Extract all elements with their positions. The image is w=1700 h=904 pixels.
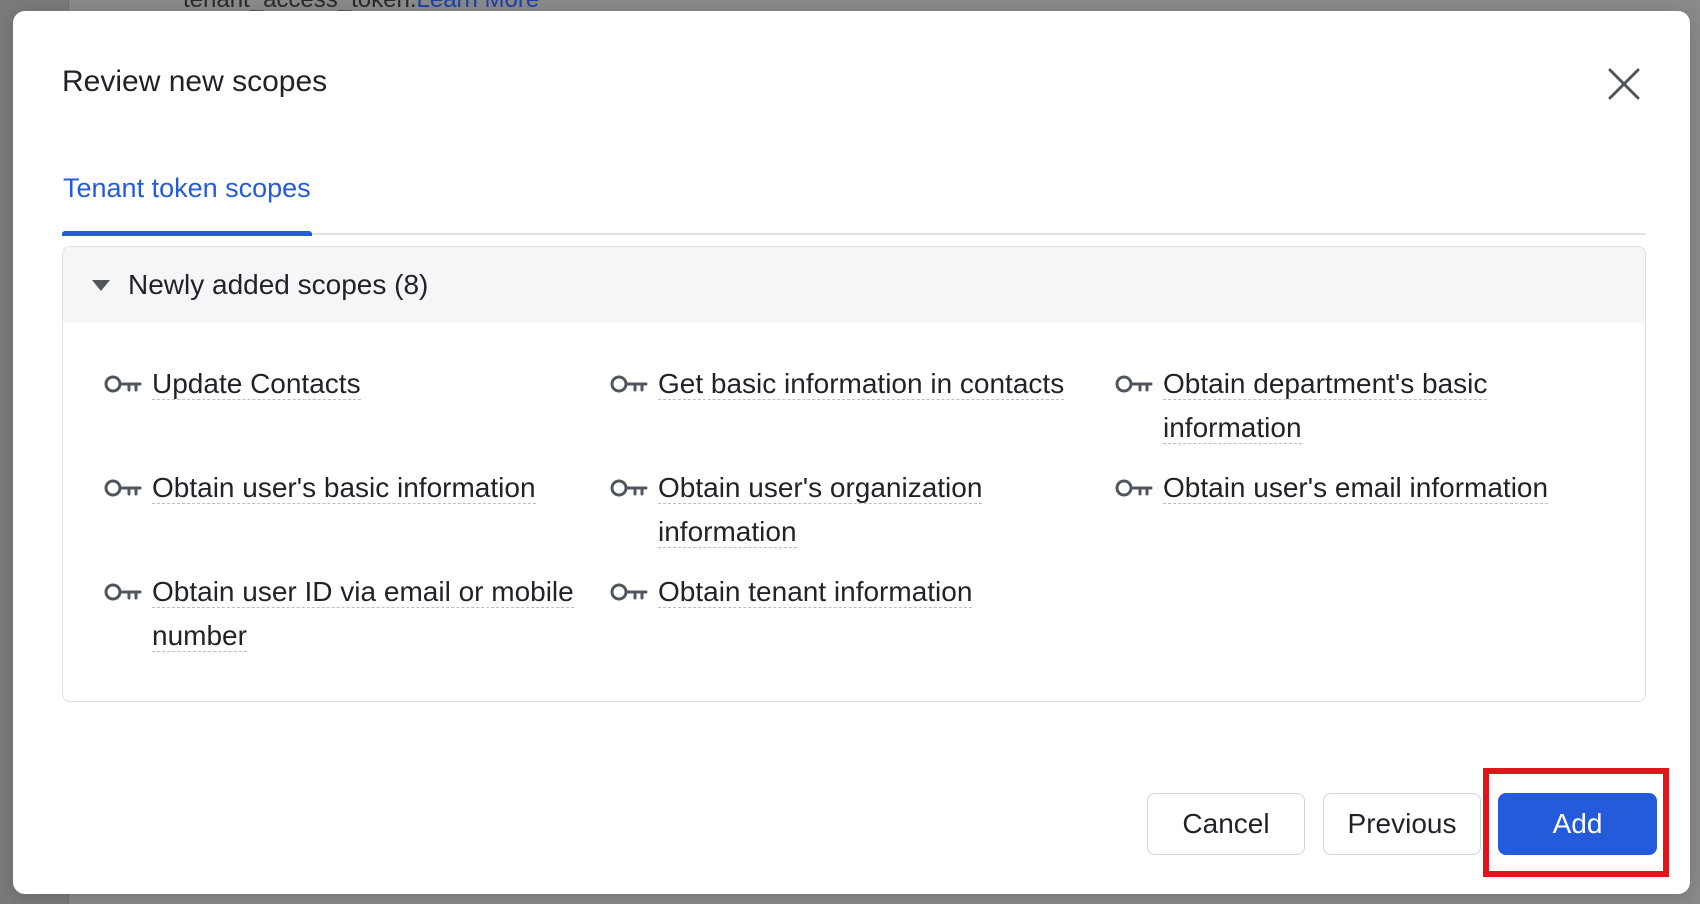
tab-label: Tenant token scopes — [63, 173, 311, 203]
scope-label[interactable]: Obtain user's email information — [1163, 472, 1549, 504]
key-icon — [610, 477, 648, 499]
caret-down-icon — [92, 279, 110, 291]
key-icon — [1115, 477, 1153, 499]
panel-header-toggle[interactable]: Newly added scopes (8) — [63, 247, 1645, 323]
key-icon — [1115, 373, 1153, 395]
scope-item: Obtain user's email information — [1115, 466, 1595, 510]
scope-label[interactable]: Obtain user's organization information — [658, 472, 983, 548]
scope-label[interactable]: Obtain user ID via email or mobile numbe… — [152, 576, 574, 652]
panel-title: Newly added scopes (8) — [128, 269, 429, 300]
dialog-title: Review new scopes — [62, 65, 328, 98]
scope-item: Update Contacts — [104, 362, 594, 406]
scope-item: Obtain tenant information — [610, 570, 1100, 614]
close-button[interactable] — [1604, 64, 1644, 104]
scope-label[interactable]: Update Contacts — [152, 368, 361, 400]
scope-label[interactable]: Get basic information in contacts — [658, 368, 1065, 400]
scope-item: Obtain user's organization information — [610, 466, 1100, 554]
scope-item: Obtain user ID via email or mobile numbe… — [104, 570, 594, 658]
previous-button[interactable]: Previous — [1323, 793, 1481, 855]
scope-tabs: Tenant token scopes — [62, 161, 1646, 236]
key-icon — [104, 373, 142, 395]
scope-label[interactable]: Obtain department's basic information — [1163, 368, 1488, 444]
scope-item: Obtain department's basic information — [1115, 362, 1565, 450]
cancel-button[interactable]: Cancel — [1147, 793, 1305, 855]
scope-label[interactable]: Obtain user's basic information — [152, 472, 536, 504]
key-icon — [104, 581, 142, 603]
scope-label[interactable]: Obtain tenant information — [658, 576, 973, 608]
close-icon — [1608, 68, 1640, 100]
tab-tenant-token-scopes[interactable]: Tenant token scopes — [62, 161, 312, 236]
key-icon — [610, 581, 648, 603]
add-button[interactable]: Add — [1498, 793, 1657, 855]
review-scopes-dialog: Review new scopes Tenant token scopes Ne… — [13, 11, 1690, 894]
newly-added-scopes-panel: Newly added scopes (8) Update Contacts G… — [62, 246, 1646, 702]
scope-list: Update Contacts Get basic information in… — [63, 323, 1645, 701]
scope-item: Get basic information in contacts — [610, 362, 1100, 406]
scope-item: Obtain user's basic information — [104, 466, 594, 510]
active-tab-indicator — [62, 231, 312, 236]
key-icon — [104, 477, 142, 499]
key-icon — [610, 373, 648, 395]
